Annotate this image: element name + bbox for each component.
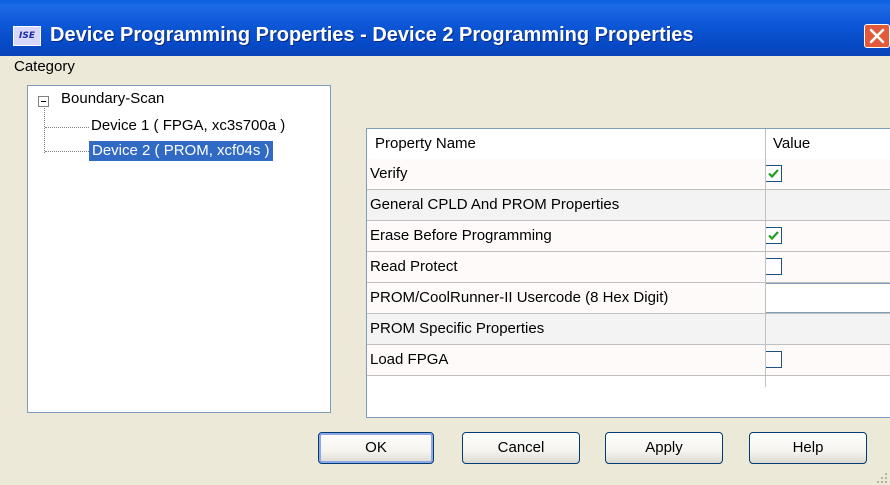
grid-header: Property Name Value	[367, 129, 890, 160]
resize-grip-icon[interactable]	[876, 472, 888, 484]
property-name: Load FPGA	[370, 351, 449, 368]
tree-connector	[44, 108, 45, 153]
category-label: Category	[14, 58, 75, 75]
dialog-window: ISE Device Programming Properties - Devi…	[0, 0, 890, 485]
property-group-row: General CPLD And PROM Properties	[367, 190, 890, 221]
property-name: Verify	[370, 165, 408, 182]
help-button[interactable]: Help	[749, 432, 867, 464]
tree-connector	[45, 127, 89, 128]
ise-app-icon: ISE	[13, 26, 41, 46]
property-group-row: PROM Specific Properties	[367, 314, 890, 345]
column-header-property-name[interactable]: Property Name	[375, 135, 476, 152]
window-title: Device Programming Properties - Device 2…	[50, 24, 694, 46]
property-group-label: PROM Specific Properties	[370, 320, 545, 337]
property-row-load-fpga: Load FPGA	[367, 345, 890, 376]
cancel-button[interactable]: Cancel	[462, 432, 580, 464]
property-group-label: General CPLD And PROM Properties	[370, 196, 620, 213]
column-header-value[interactable]: Value	[773, 135, 810, 152]
collapse-icon[interactable]	[38, 96, 49, 107]
column-divider[interactable]	[765, 129, 766, 387]
title-bar[interactable]: ISE Device Programming Properties - Devi…	[0, 0, 890, 56]
load-fpga-checkbox[interactable]	[765, 351, 782, 368]
property-name: Read Protect	[370, 258, 458, 275]
tree-node-device-2[interactable]: Device 2 ( PROM, xcf04s )	[89, 141, 273, 161]
close-button[interactable]	[864, 24, 890, 48]
tree-node-device-1[interactable]: Device 1 ( FPGA, xc3s700a )	[91, 117, 285, 134]
usercode-input[interactable]	[765, 283, 890, 313]
checkmark-icon	[768, 169, 779, 179]
tree-connector	[45, 151, 89, 152]
property-name: Erase Before Programming	[370, 227, 552, 244]
tree-node-boundary-scan[interactable]: Boundary-Scan	[61, 90, 164, 107]
ok-button[interactable]: OK	[318, 432, 434, 464]
property-name: PROM/CoolRunner-II Usercode (8 Hex Digit…	[370, 289, 669, 306]
property-row-read-protect: Read Protect	[367, 252, 890, 283]
property-grid: Property Name Value Verify General CPLD …	[366, 128, 890, 418]
property-row-verify: Verify	[367, 159, 890, 190]
erase-before-programming-checkbox[interactable]	[765, 227, 782, 244]
property-row-usercode: PROM/CoolRunner-II Usercode (8 Hex Digit…	[367, 283, 890, 314]
read-protect-checkbox[interactable]	[765, 258, 782, 275]
property-row-erase-before-programming: Erase Before Programming	[367, 221, 890, 252]
close-icon	[869, 28, 885, 44]
category-tree[interactable]: Boundary-Scan Device 1 ( FPGA, xc3s700a …	[27, 85, 331, 413]
verify-checkbox[interactable]	[765, 165, 782, 182]
checkmark-icon	[768, 231, 779, 241]
apply-button[interactable]: Apply	[605, 432, 723, 464]
